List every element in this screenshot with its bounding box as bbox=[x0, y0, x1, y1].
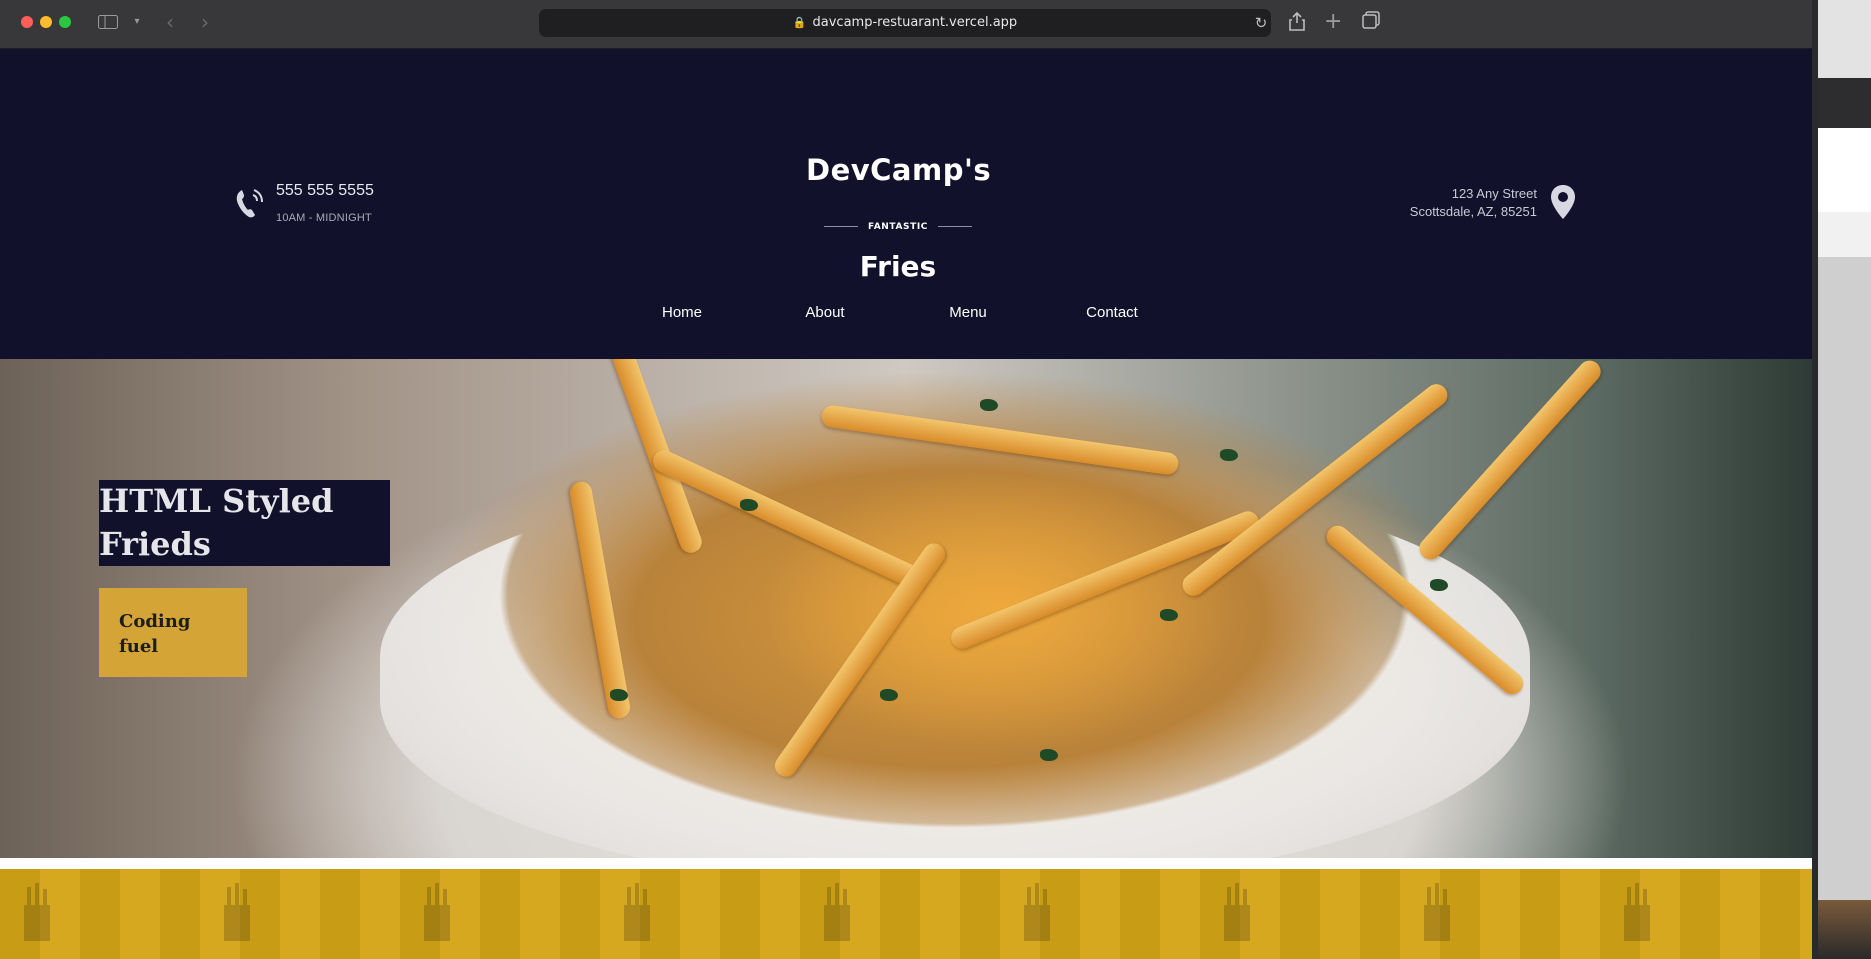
hero-image-herb bbox=[980, 399, 998, 411]
section-divider bbox=[0, 858, 1812, 869]
address-bar[interactable]: 🔒 davcamp-restuarant.vercel.app bbox=[539, 9, 1271, 37]
map-pin-icon bbox=[1551, 185, 1575, 219]
fries-icon bbox=[624, 883, 650, 941]
zoom-window-button[interactable] bbox=[59, 16, 71, 28]
background-window[interactable] bbox=[1818, 0, 1871, 959]
nav-contact[interactable]: Contact bbox=[1062, 304, 1162, 321]
forward-icon[interactable]: › bbox=[197, 11, 213, 33]
hero-image-fry bbox=[820, 404, 1180, 476]
hero-cta-button[interactable]: Coding fuel bbox=[99, 588, 247, 677]
new-tab-icon[interactable]: + bbox=[1324, 11, 1342, 33]
fries-icon bbox=[424, 883, 450, 941]
share-icon[interactable] bbox=[1288, 11, 1306, 33]
fries-icon bbox=[824, 883, 850, 941]
phone-number: 555 555 5555 bbox=[276, 182, 374, 199]
close-window-button[interactable] bbox=[21, 16, 33, 28]
hero-title: HTML Styled Frieds bbox=[99, 482, 334, 563]
fries-icon bbox=[1224, 883, 1250, 941]
fries-icon bbox=[24, 883, 50, 941]
nav-about[interactable]: About bbox=[775, 304, 875, 321]
site-logo[interactable]: DevCamp's FANTASTIC Fries bbox=[806, 113, 992, 293]
chevron-down-icon[interactable]: ▾ bbox=[130, 11, 144, 33]
hero-section: HTML Styled Frieds Coding fuel bbox=[0, 359, 1812, 858]
nav-home[interactable]: Home bbox=[632, 304, 732, 321]
nav-menu[interactable]: Menu bbox=[918, 304, 1018, 321]
browser-window: ▾ ‹ › 🔒 davcamp-restuarant.vercel.app ↻ +… bbox=[0, 0, 1812, 959]
logo-word: Fries bbox=[859, 250, 937, 283]
fries-icon bbox=[1024, 883, 1050, 941]
browser-toolbar: ▾ ‹ › 🔒 davcamp-restuarant.vercel.app ↻ + bbox=[0, 0, 1812, 49]
fries-icon bbox=[224, 883, 250, 941]
background-window-panel bbox=[1818, 212, 1871, 257]
minimize-window-button[interactable] bbox=[40, 16, 52, 28]
background-window-titlebar bbox=[1818, 0, 1871, 78]
background-window-photo bbox=[1818, 900, 1871, 959]
logo-subtitle: FANTASTIC bbox=[806, 222, 990, 232]
website: 555 555 5555 10AM - MIDNIGHT DevCamp's F… bbox=[0, 49, 1812, 959]
hero-image-herb bbox=[1430, 579, 1448, 591]
address-city: Scottsdale, AZ, 85251 bbox=[1409, 204, 1537, 219]
hero-image-herb bbox=[1040, 749, 1058, 761]
background-window-toolbar bbox=[1818, 78, 1871, 128]
sidebar-icon[interactable] bbox=[98, 11, 118, 33]
site-header: 555 555 5555 10AM - MIDNIGHT DevCamp's F… bbox=[0, 49, 1812, 359]
lock-icon: 🔒 bbox=[792, 16, 807, 29]
fries-pattern-band bbox=[0, 869, 1812, 959]
business-hours: 10AM - MIDNIGHT bbox=[276, 212, 372, 224]
hero-image-herb bbox=[880, 689, 898, 701]
background-window-content bbox=[1818, 128, 1871, 212]
back-icon[interactable]: ‹ bbox=[162, 11, 178, 33]
tab-overview-icon[interactable] bbox=[1362, 11, 1380, 33]
url-text: davcamp-restuarant.vercel.app bbox=[812, 15, 1018, 30]
hero-image-herb bbox=[1160, 609, 1178, 621]
fries-icon bbox=[1624, 883, 1650, 941]
reload-icon[interactable]: ↻ bbox=[1252, 9, 1270, 37]
phone-icon bbox=[236, 189, 263, 218]
hero-cta-label: Coding fuel bbox=[119, 611, 191, 657]
hero-image-herb bbox=[610, 689, 628, 701]
hero-title-box: HTML Styled Frieds bbox=[99, 480, 390, 566]
main-nav: Home About Menu Contact bbox=[0, 304, 1812, 334]
hero-image-herb bbox=[1220, 449, 1238, 461]
hero-image-herb bbox=[740, 499, 758, 511]
fries-icon bbox=[1424, 883, 1450, 941]
hero-image-bowl bbox=[380, 469, 1530, 858]
address-street: 123 Any Street bbox=[1451, 186, 1537, 201]
logo-title: DevCamp's bbox=[806, 153, 992, 187]
